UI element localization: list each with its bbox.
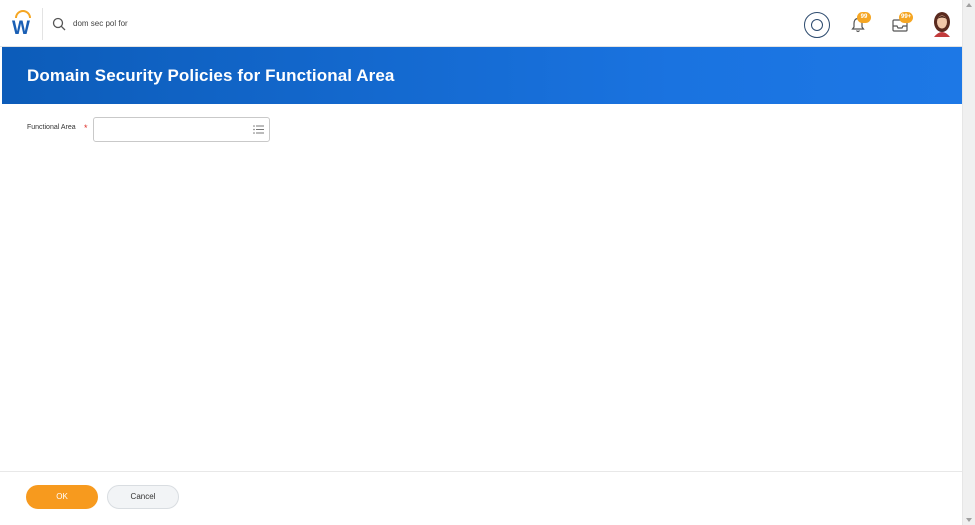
functional-area-label: Functional Area xyxy=(27,124,76,131)
list-icon[interactable] xyxy=(253,125,264,134)
page-header: Domain Security Policies for Functional … xyxy=(2,47,962,104)
notifications-badge: 99 xyxy=(857,12,871,23)
search-icon[interactable] xyxy=(52,17,66,31)
logo-letter: W xyxy=(12,18,30,39)
scroll-up-arrow-icon[interactable] xyxy=(966,3,972,7)
required-indicator: * xyxy=(84,123,88,133)
ok-button[interactable]: OK xyxy=(26,485,98,509)
action-footer: OK Cancel xyxy=(0,471,962,525)
top-navigation-bar: W dom sec pol for 99 99+ xyxy=(0,0,962,47)
search-input[interactable]: dom sec pol for xyxy=(73,19,128,28)
page-title: Domain Security Policies for Functional … xyxy=(27,66,395,85)
topbar-divider xyxy=(42,8,43,40)
inbox-badge: 99+ xyxy=(899,12,914,23)
page-scrollbar[interactable] xyxy=(962,0,975,525)
scroll-down-arrow-icon[interactable] xyxy=(966,518,972,522)
assistant-chat-bubble xyxy=(811,19,823,31)
workday-logo-icon[interactable]: W xyxy=(8,10,38,40)
functional-area-prompt[interactable] xyxy=(93,117,270,142)
assistant-icon[interactable] xyxy=(804,12,830,38)
cancel-button[interactable]: Cancel xyxy=(107,485,179,509)
avatar[interactable] xyxy=(931,11,953,37)
logo-arc xyxy=(15,10,31,18)
